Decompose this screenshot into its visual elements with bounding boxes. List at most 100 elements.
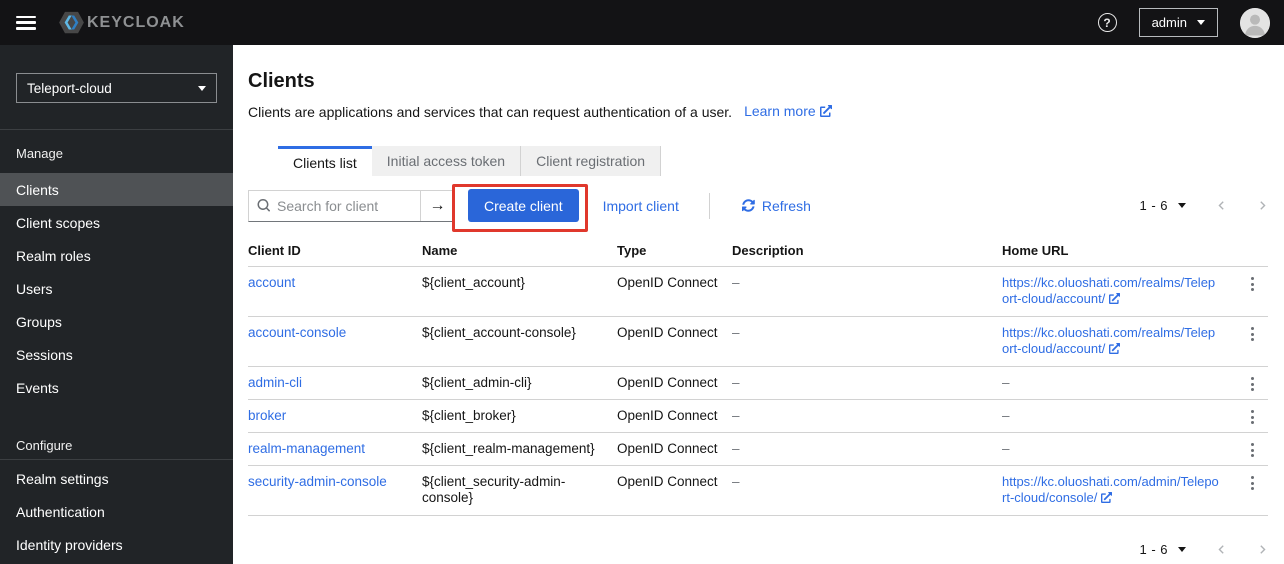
sidebar-item-users[interactable]: Users	[0, 272, 233, 305]
arrow-right-icon: →	[429, 196, 446, 214]
clients-table: Client ID Name Type Description Home URL…	[248, 235, 1268, 516]
external-link-icon	[819, 102, 832, 122]
kebab-menu-icon[interactable]	[1244, 474, 1260, 490]
kebab-menu-icon[interactable]	[1244, 275, 1260, 291]
hamburger-menu-icon[interactable]	[16, 15, 36, 30]
refresh-button[interactable]: Refresh	[741, 197, 811, 214]
pagination-range: 1 - 6	[1139, 198, 1168, 213]
caret-down-icon	[198, 85, 206, 91]
help-icon[interactable]: ?	[1097, 13, 1117, 32]
home-url-empty: –	[1002, 441, 1010, 456]
client-name: ${client_security-admin-console}	[422, 465, 617, 516]
column-header-client-id: Client ID	[248, 235, 422, 267]
brand-text: KEYCLOAK	[87, 13, 185, 31]
search-input[interactable]	[277, 197, 412, 214]
chevron-right-icon[interactable]	[1257, 200, 1268, 211]
client-description: –	[732, 474, 740, 489]
client-id-link[interactable]: account	[248, 275, 295, 290]
client-name: ${client_account}	[422, 266, 617, 317]
create-client-button[interactable]: Create client	[468, 189, 579, 222]
client-id-link[interactable]: admin-cli	[248, 375, 302, 390]
sidebar-section-configure: Configure	[16, 438, 73, 453]
home-url-link[interactable]: https://kc.oluoshati.com/realms/Teleport…	[1002, 275, 1215, 306]
column-header-type: Type	[617, 235, 732, 267]
sidebar: Teleport-cloud Manage Clients Client sco…	[0, 45, 233, 564]
user-menu-label: admin	[1151, 15, 1187, 30]
pagination-bottom: 1 - 6	[1139, 542, 1268, 557]
avatar-person-icon	[1240, 7, 1270, 38]
page-description: Clients are applications and services th…	[248, 103, 733, 120]
client-type: OpenID Connect	[617, 316, 732, 367]
sidebar-item-events[interactable]: Events	[0, 371, 233, 404]
sidebar-section-manage: Manage	[16, 146, 63, 161]
toolbar: → Create client Import client Refresh 1 …	[248, 189, 1268, 222]
external-link-icon	[1109, 342, 1121, 358]
client-id-link[interactable]: security-admin-console	[248, 474, 387, 489]
table-header-row: Client ID Name Type Description Home URL	[248, 235, 1268, 267]
client-name: ${client_realm-management}	[422, 432, 617, 466]
sidebar-item-authentication[interactable]: Authentication	[0, 495, 233, 528]
client-type: OpenID Connect	[617, 266, 732, 317]
search-icon	[257, 199, 270, 212]
column-header-description: Description	[732, 235, 1002, 267]
client-id-link[interactable]: broker	[248, 408, 286, 423]
pagination-range: 1 - 6	[1139, 542, 1168, 557]
realm-selector[interactable]: Teleport-cloud	[16, 73, 217, 103]
avatar[interactable]	[1240, 7, 1270, 38]
client-description: –	[732, 441, 740, 456]
top-bar: KEYCLOAK ? admin	[0, 0, 1284, 45]
learn-more-link[interactable]: Learn more	[744, 101, 832, 122]
caret-down-icon	[1197, 20, 1205, 25]
kebab-menu-icon[interactable]	[1244, 325, 1260, 341]
caret-down-icon[interactable]	[1178, 547, 1186, 552]
client-name: ${client_admin-cli}	[422, 366, 617, 400]
import-client-link[interactable]: Import client	[603, 198, 679, 214]
sidebar-item-realm-roles[interactable]: Realm roles	[0, 239, 233, 272]
tab-client-registration[interactable]: Client registration	[521, 146, 662, 176]
client-type: OpenID Connect	[617, 465, 732, 516]
chevron-right-icon[interactable]	[1257, 544, 1268, 555]
keycloak-logo-icon	[58, 9, 85, 36]
column-header-name: Name	[422, 235, 617, 267]
refresh-icon	[741, 199, 755, 212]
home-url-link[interactable]: https://kc.oluoshati.com/realms/Teleport…	[1002, 325, 1215, 356]
table-row: broker ${client_broker} OpenID Connect –…	[248, 399, 1268, 433]
external-link-icon	[1109, 292, 1121, 308]
client-id-link[interactable]: realm-management	[248, 441, 365, 456]
client-name: ${client_broker}	[422, 399, 617, 433]
tab-clients-list[interactable]: Clients list	[278, 146, 372, 176]
client-name: ${client_account-console}	[422, 316, 617, 367]
table-row: account-console ${client_account-console…	[248, 316, 1268, 367]
client-type: OpenID Connect	[617, 399, 732, 433]
keycloak-logo: KEYCLOAK	[58, 9, 185, 36]
caret-down-icon[interactable]	[1178, 203, 1186, 208]
client-description: –	[732, 375, 740, 390]
kebab-menu-icon[interactable]	[1244, 375, 1260, 391]
sidebar-item-sessions[interactable]: Sessions	[0, 338, 233, 371]
home-url-link[interactable]: https://kc.oluoshati.com/admin/Teleport-…	[1002, 474, 1219, 505]
sidebar-item-client-scopes[interactable]: Client scopes	[0, 206, 233, 239]
refresh-label: Refresh	[761, 197, 811, 214]
table-row: security-admin-console ${client_security…	[248, 465, 1268, 516]
table-row: admin-cli ${client_admin-cli} OpenID Con…	[248, 366, 1268, 400]
client-id-link[interactable]: account-console	[248, 325, 346, 340]
sidebar-item-clients[interactable]: Clients	[0, 173, 233, 206]
kebab-menu-icon[interactable]	[1244, 408, 1260, 424]
sidebar-item-realm-settings[interactable]: Realm settings	[0, 462, 233, 495]
chevron-left-icon[interactable]	[1216, 544, 1227, 555]
page-title: Clients	[248, 70, 315, 92]
home-url-empty: –	[1002, 375, 1010, 390]
sidebar-item-groups[interactable]: Groups	[0, 305, 233, 338]
tab-initial-access-token[interactable]: Initial access token	[371, 146, 522, 176]
pagination-top: 1 - 6	[1139, 198, 1268, 213]
search-submit-button[interactable]: →	[420, 190, 454, 221]
table-row: account ${client_account} OpenID Connect…	[248, 266, 1268, 317]
user-menu-dropdown[interactable]: admin	[1138, 8, 1218, 37]
client-description: –	[732, 408, 740, 423]
sidebar-item-identity-providers[interactable]: Identity providers	[0, 528, 233, 561]
chevron-left-icon[interactable]	[1216, 200, 1227, 211]
table-row: realm-management ${client_realm-manageme…	[248, 432, 1268, 466]
kebab-menu-icon[interactable]	[1244, 441, 1260, 457]
toolbar-divider	[708, 192, 710, 219]
external-link-icon	[1101, 491, 1113, 507]
